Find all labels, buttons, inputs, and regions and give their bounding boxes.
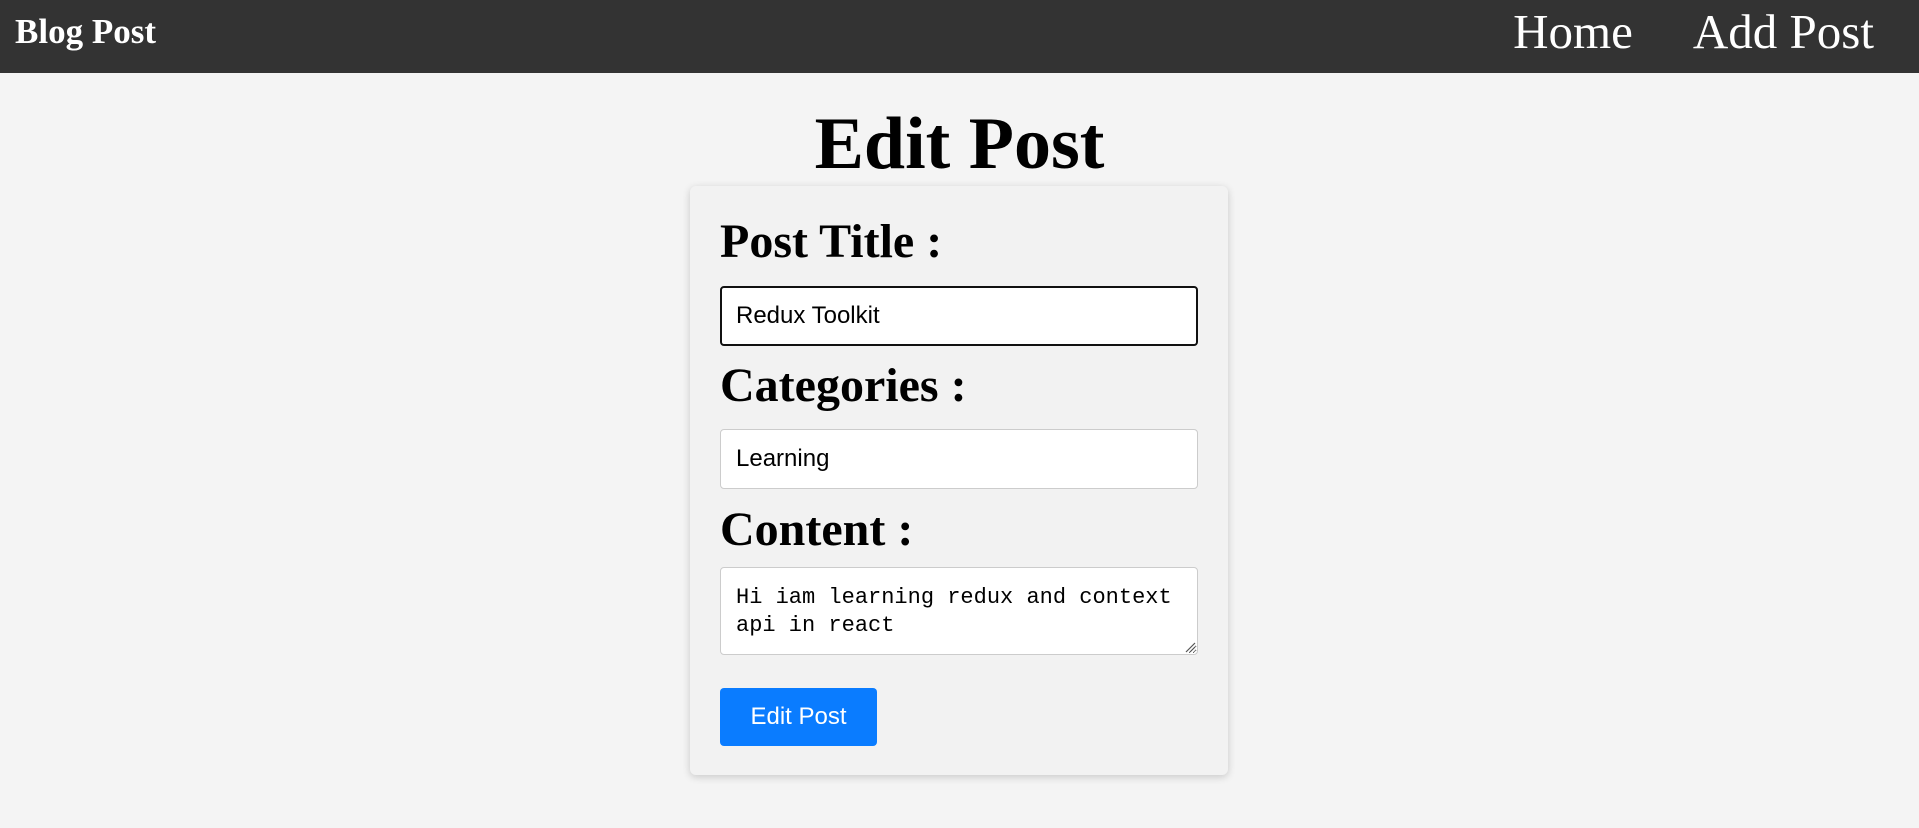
- nav-link-home[interactable]: Home: [1513, 6, 1633, 58]
- edit-post-button[interactable]: Edit Post: [720, 688, 877, 746]
- post-title-label: Post Title :: [720, 215, 943, 268]
- categories-label: Categories :: [720, 359, 967, 412]
- categories-input[interactable]: [720, 429, 1198, 489]
- page-title: Edit Post: [814, 103, 1105, 185]
- post-title-input[interactable]: [720, 286, 1198, 346]
- nav-link-add-post[interactable]: Add Post: [1693, 6, 1874, 58]
- nav-links: Home Add Post: [1513, 6, 1874, 58]
- edit-post-form: Post Title : Categories : Content : Hi i…: [690, 186, 1228, 775]
- content-label: Content :: [720, 503, 914, 556]
- brand-title[interactable]: Blog Post: [15, 13, 156, 51]
- content-textarea[interactable]: Hi iam learning redux and context api in…: [720, 567, 1198, 655]
- top-navbar: Blog Post Home Add Post: [0, 0, 1919, 73]
